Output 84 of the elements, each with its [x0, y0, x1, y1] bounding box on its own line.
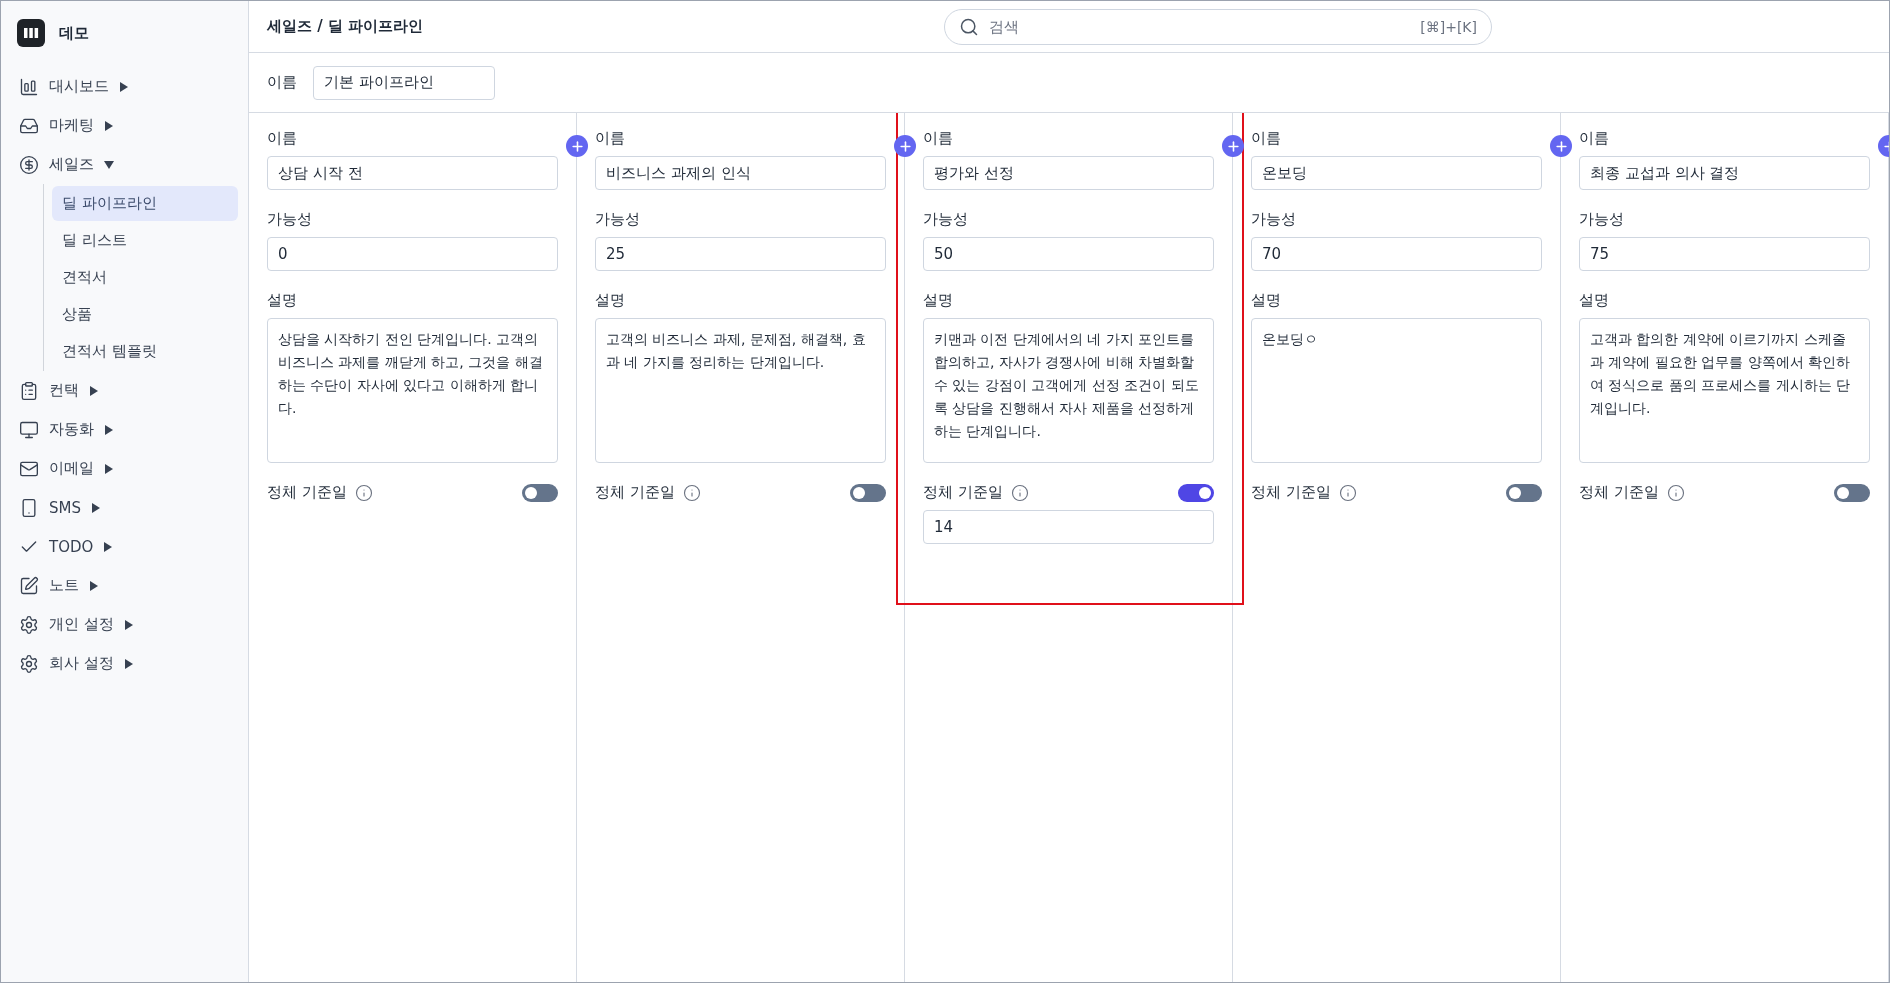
- info-icon: [1338, 483, 1357, 502]
- info-icon: [1666, 483, 1685, 502]
- pipeline-name-field[interactable]: 기본 파이프라인: [313, 65, 495, 100]
- field-label: 설명: [267, 291, 298, 310]
- nav-item[interactable]: 노트: [11, 566, 238, 605]
- nav-subitem[interactable]: 견적서: [52, 260, 238, 295]
- description-field[interactable]: 고객의 비즈니스 과제, 문제점, 해결책, 효과 네 가지를 정리하는 단계입니다.: [595, 318, 886, 463]
- field-label: 설명: [1579, 291, 1610, 310]
- plus-icon: [1553, 138, 1569, 154]
- field-label: 이름: [267, 73, 297, 92]
- stage-name-field[interactable]: 상담 시작 전: [267, 156, 558, 190]
- nav-item[interactable]: 회사 설정: [11, 644, 238, 683]
- stall-days-field[interactable]: 14: [923, 510, 1214, 544]
- monitor-icon: [19, 419, 39, 440]
- field-label: 이름: [595, 129, 626, 148]
- description-field[interactable]: 온보딩ㅇ: [1251, 318, 1542, 463]
- nav-subitem[interactable]: 딜 파이프라인: [52, 186, 238, 221]
- probability-field[interactable]: 0: [267, 237, 558, 271]
- nav-item[interactable]: 컨택: [11, 371, 238, 410]
- shortcut-hint: [⌘]+[K]: [1420, 19, 1477, 35]
- description-field[interactable]: 고객과 합의한 계약에 이르기까지 스케줄과 계약에 필요한 업무를 양쪽에서 확인하여 정식으로 품의 프로세스를 게시하는 단계입니다.: [1579, 318, 1870, 463]
- field-label: 가능성: [267, 210, 313, 229]
- search-icon: [959, 17, 979, 37]
- field-label: 정체 기준일: [595, 483, 675, 502]
- stage-name-field[interactable]: 최종 교섭과 의사 결정: [1579, 156, 1870, 190]
- nav-item[interactable]: TODO: [11, 527, 238, 566]
- nav-subitem[interactable]: 딜 리스트: [52, 223, 238, 258]
- gear-icon: [19, 653, 39, 674]
- nav-item[interactable]: 개인 설정: [11, 605, 238, 644]
- add-stage-button[interactable]: [1222, 135, 1244, 157]
- toggle-switch[interactable]: [1506, 483, 1542, 502]
- info-icon: [354, 483, 373, 502]
- nav-subitem[interactable]: 견적서 템플릿: [52, 334, 238, 369]
- field-label: 이름: [1251, 129, 1282, 148]
- chart-icon: [19, 76, 39, 97]
- field-label: 가능성: [1251, 210, 1297, 229]
- nav-item[interactable]: 이메일: [11, 449, 238, 488]
- app-logo-icon: [17, 19, 45, 47]
- field-label: 가능성: [923, 210, 969, 229]
- toggle-switch[interactable]: [522, 483, 558, 502]
- field-label: 설명: [1251, 291, 1282, 310]
- nav-item[interactable]: SMS: [11, 488, 238, 527]
- field-label: 이름: [267, 129, 298, 148]
- add-stage-button[interactable]: [566, 135, 588, 157]
- app-name: 데모: [59, 23, 89, 43]
- info-icon: [682, 483, 701, 502]
- breadcrumb: 세일즈 / 딜 파이프라인: [267, 17, 424, 36]
- plus-icon: [569, 138, 585, 154]
- dollar-icon: [19, 154, 39, 175]
- description-field[interactable]: 키맨과 이전 단계에서의 네 가지 포인트를 합의하고, 자사가 경쟁사에 비해 차별화할 수 있는 강점이 고객에게 선정 조건이 되도록 상담을 진행해서 자사 제품을 선정하게 하는 단계입니다.: [923, 318, 1214, 463]
- probability-field[interactable]: 25: [595, 237, 886, 271]
- field-label: 설명: [595, 291, 626, 310]
- field-label: 정체 기준일: [1251, 483, 1331, 502]
- toggle-switch[interactable]: [1178, 483, 1214, 502]
- field-label: 정체 기준일: [1579, 483, 1659, 502]
- field-label: 가능성: [595, 210, 641, 229]
- add-stage-button[interactable]: [894, 135, 916, 157]
- toggle-switch[interactable]: [1834, 483, 1870, 502]
- field-label: 정체 기준일: [267, 483, 347, 502]
- stage-name-field[interactable]: 온보딩: [1251, 156, 1542, 190]
- stage-name-field[interactable]: 비즈니스 과제의 인식: [595, 156, 886, 190]
- add-stage-button[interactable]: [1550, 135, 1572, 157]
- clipboard-icon: [19, 380, 39, 401]
- nav-subitem[interactable]: 상품: [52, 297, 238, 332]
- probability-field[interactable]: 75: [1579, 237, 1870, 271]
- nav-item[interactable]: 대시보드: [11, 67, 238, 106]
- description-field[interactable]: 상담을 시작하기 전인 단계입니다. 고객의 비즈니스 과제를 깨닫게 하고, 그것을 해결하는 수단이 자사에 있다고 이해하게 합니다.: [267, 318, 558, 463]
- field-label: 이름: [923, 129, 954, 148]
- plus-icon: [897, 138, 913, 154]
- probability-field[interactable]: 50: [923, 237, 1214, 271]
- toggle-switch[interactable]: [850, 483, 886, 502]
- field-label: 설명: [923, 291, 954, 310]
- nav-item[interactable]: 자동화: [11, 410, 238, 449]
- probability-field[interactable]: 70: [1251, 237, 1542, 271]
- nav-item[interactable]: 세일즈: [11, 145, 238, 184]
- plus-icon: [1225, 138, 1241, 154]
- field-label: 이름: [1579, 129, 1610, 148]
- pencil-icon: [19, 575, 39, 596]
- nav-item[interactable]: 마케팅: [11, 106, 238, 145]
- field-label: 가능성: [1579, 210, 1625, 229]
- field-label: 정체 기준일: [923, 483, 1003, 502]
- stage-name-field[interactable]: 평가와 선정: [923, 156, 1214, 190]
- info-icon: [1010, 483, 1029, 502]
- gear-icon: [19, 614, 39, 635]
